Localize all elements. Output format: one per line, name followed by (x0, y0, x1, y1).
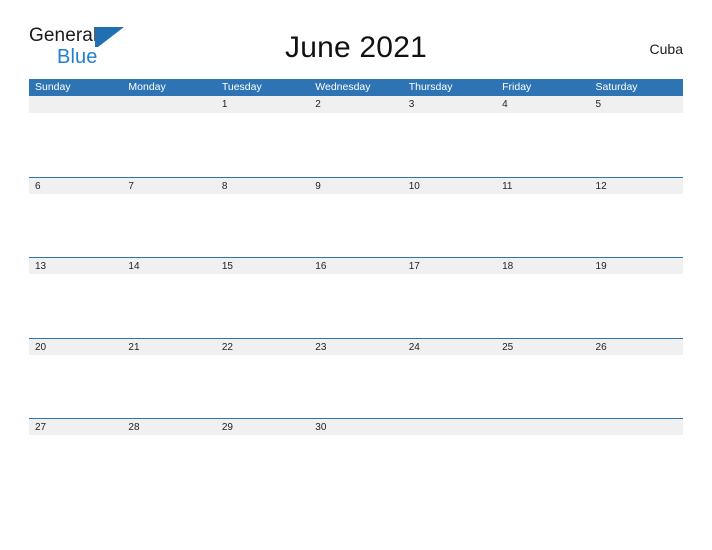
day-cell[interactable] (309, 435, 402, 498)
week-date-band: 27 28 29 30 (29, 418, 683, 435)
day-number[interactable]: 21 (122, 339, 215, 355)
day-number[interactable]: 10 (403, 178, 496, 194)
weekday-header-monday: Monday (128, 81, 166, 93)
day-cell[interactable] (590, 113, 683, 176)
day-cell[interactable] (29, 274, 122, 337)
day-number[interactable]: 12 (590, 178, 683, 194)
day-cell[interactable] (496, 194, 589, 257)
day-number[interactable]: 27 (29, 419, 122, 435)
day-number[interactable] (496, 419, 589, 435)
calendar-grid: Sunday Monday Tuesday Wednesday Thursday… (29, 79, 683, 499)
country-label: Cuba (649, 41, 683, 57)
day-cell[interactable] (309, 274, 402, 337)
week-cell-body (29, 113, 683, 176)
day-cell[interactable] (216, 355, 309, 418)
day-cell[interactable] (403, 274, 496, 337)
day-number[interactable]: 17 (403, 258, 496, 274)
calendar-page: General Blue June 2021 Cuba Sunday Monda… (0, 0, 712, 550)
day-number[interactable]: 2 (309, 96, 402, 113)
day-cell[interactable] (496, 355, 589, 418)
day-cell[interactable] (403, 194, 496, 257)
week-cell-body (29, 354, 683, 418)
day-cell[interactable] (496, 435, 589, 498)
day-cell[interactable] (309, 113, 402, 176)
day-number[interactable]: 26 (590, 339, 683, 355)
day-cell[interactable] (216, 274, 309, 337)
day-number[interactable]: 1 (216, 96, 309, 113)
day-number[interactable]: 23 (309, 339, 402, 355)
day-cell[interactable] (122, 355, 215, 418)
day-number[interactable] (403, 419, 496, 435)
day-number[interactable]: 13 (29, 258, 122, 274)
weekday-header-thursday: Thursday (408, 81, 453, 93)
day-cell[interactable] (403, 355, 496, 418)
day-cell[interactable] (309, 194, 402, 257)
day-number[interactable]: 14 (122, 258, 215, 274)
day-cell[interactable] (216, 435, 309, 498)
day-cell[interactable] (29, 435, 122, 498)
week-row: 1 2 3 4 5 (29, 96, 683, 177)
day-number[interactable]: 11 (496, 178, 589, 194)
day-number[interactable]: 19 (590, 258, 683, 274)
weekday-header-tuesday: Tuesday (221, 81, 262, 93)
day-cell[interactable] (29, 113, 122, 176)
day-number[interactable]: 25 (496, 339, 589, 355)
day-number[interactable]: 29 (216, 419, 309, 435)
day-number[interactable]: 22 (216, 339, 309, 355)
week-date-band: 6 7 8 9 10 11 12 (29, 176, 683, 194)
day-cell[interactable] (590, 355, 683, 418)
week-date-band: 1 2 3 4 5 (29, 96, 683, 113)
day-number[interactable]: 20 (29, 339, 122, 355)
day-cell[interactable] (309, 355, 402, 418)
weekday-header-saturday: Saturday (595, 81, 638, 93)
weekday-header-friday: Friday (502, 81, 532, 93)
week-cell-body (29, 274, 683, 337)
day-number[interactable]: 9 (309, 178, 402, 194)
week-row: 6 7 8 9 10 11 12 (29, 176, 683, 258)
day-number[interactable]: 4 (496, 96, 589, 113)
day-number[interactable]: 24 (403, 339, 496, 355)
day-number[interactable] (29, 96, 122, 113)
day-number[interactable]: 15 (216, 258, 309, 274)
day-cell[interactable] (122, 113, 215, 176)
day-number[interactable]: 16 (309, 258, 402, 274)
day-number[interactable] (122, 96, 215, 113)
weekday-header-row: Sunday Monday Tuesday Wednesday Thursday… (29, 79, 683, 96)
day-cell[interactable] (29, 194, 122, 257)
day-number[interactable]: 6 (29, 178, 122, 194)
day-number[interactable]: 5 (590, 96, 683, 113)
day-number[interactable]: 3 (403, 96, 496, 113)
day-cell[interactable] (216, 113, 309, 176)
day-number[interactable]: 18 (496, 258, 589, 274)
weekday-header-sunday: Sunday (35, 81, 71, 93)
week-row: 20 21 22 23 24 25 26 (29, 337, 683, 419)
week-cell-body (29, 435, 683, 498)
day-cell[interactable] (122, 435, 215, 498)
day-cell[interactable] (122, 274, 215, 337)
page-header: General Blue June 2021 Cuba (0, 0, 712, 67)
day-cell[interactable] (496, 274, 589, 337)
day-cell[interactable] (590, 435, 683, 498)
week-date-band: 20 21 22 23 24 25 26 (29, 337, 683, 355)
week-cell-body (29, 193, 683, 257)
day-cell[interactable] (403, 113, 496, 176)
day-cell[interactable] (403, 435, 496, 498)
day-number[interactable]: 8 (216, 178, 309, 194)
day-number[interactable]: 30 (309, 419, 402, 435)
day-cell[interactable] (216, 194, 309, 257)
day-cell[interactable] (590, 274, 683, 337)
weekday-header-wednesday: Wednesday (315, 81, 371, 93)
day-number[interactable] (590, 419, 683, 435)
day-cell[interactable] (122, 194, 215, 257)
week-date-band: 13 14 15 16 17 18 19 (29, 257, 683, 274)
day-number[interactable]: 7 (122, 178, 215, 194)
day-cell[interactable] (590, 194, 683, 257)
day-number[interactable]: 28 (122, 419, 215, 435)
day-cell[interactable] (29, 355, 122, 418)
week-row: 27 28 29 30 (29, 418, 683, 499)
week-row: 13 14 15 16 17 18 19 (29, 257, 683, 338)
day-cell[interactable] (496, 113, 589, 176)
page-title: June 2021 (285, 31, 427, 64)
